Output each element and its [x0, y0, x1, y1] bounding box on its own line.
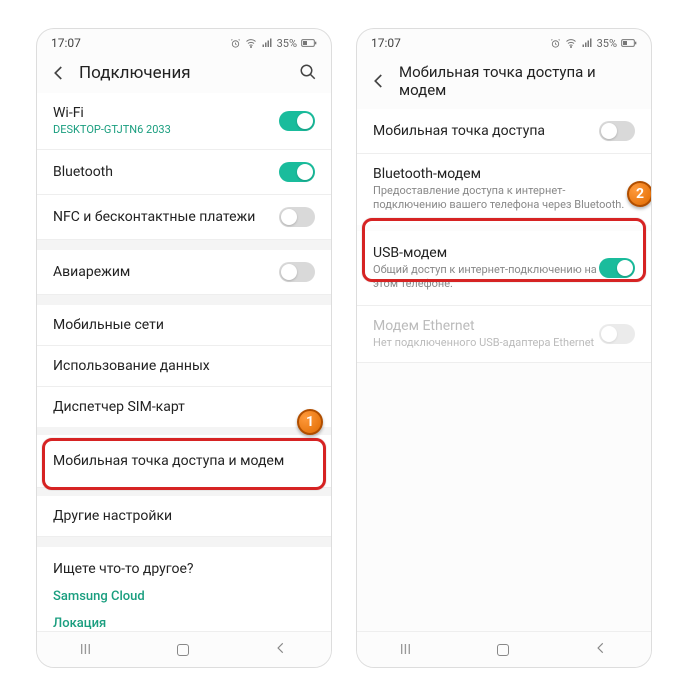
header-title: Подключения — [79, 63, 289, 83]
row-usb-modem[interactable]: USB-модем Общий доступ к интернет-подклю… — [357, 231, 651, 307]
row-data-usage[interactable]: Использование данных — [37, 346, 331, 387]
toggle-ethernet-modem — [599, 324, 635, 344]
row-other-settings[interactable]: Другие настройки — [37, 496, 331, 537]
row-nfc[interactable]: NFC и бесконтактные платежи — [37, 195, 331, 240]
nav-back-icon[interactable] — [274, 641, 288, 659]
row-bluetooth-modem[interactable]: Bluetooth-модем Предоставление доступа к… — [357, 154, 651, 225]
section-gap — [37, 488, 331, 496]
row-ethernet-modem: Модем Ethernet Нет подключенного USB-ада… — [357, 306, 651, 363]
header-title: Мобильная точка доступа и модем — [399, 63, 639, 99]
nav-back-icon[interactable] — [594, 641, 608, 659]
status-icons: 35% — [230, 37, 317, 50]
row-title: Мобильные сети — [53, 317, 315, 333]
nav-bar: III — [357, 631, 651, 667]
status-time: 17:07 — [51, 36, 81, 50]
row-airplane[interactable]: Авиарежим — [37, 250, 331, 295]
status-icons: 35% — [550, 37, 637, 50]
status-bar: 17:07 35% — [357, 29, 651, 57]
row-sub: DESKTOP-GTJTN6 2033 — [53, 123, 279, 137]
phone-right: 17:07 35% Мобильная точка доступа и моде… — [356, 28, 652, 668]
row-title: Bluetooth-модем — [373, 166, 635, 182]
toggle-hotspot[interactable] — [599, 121, 635, 141]
section-gap — [37, 240, 331, 250]
phone-left: 17:07 35% Подключения Wi-Fi DESKTOP-GTJT… — [36, 28, 332, 668]
row-title: Мобильная точка доступа и модем — [53, 453, 315, 469]
row-bluetooth[interactable]: Bluetooth — [37, 150, 331, 195]
settings-scroll[interactable]: Wi-Fi DESKTOP-GTJTN6 2033 Bluetooth NFC … — [37, 93, 331, 631]
row-title: Модем Ethernet — [373, 318, 599, 334]
signal-icon — [581, 37, 593, 49]
wifi-icon — [245, 37, 257, 49]
section-gap — [37, 537, 331, 547]
settings-scroll[interactable]: Мобильная точка доступа Bluetooth-модем … — [357, 109, 651, 631]
search-more-block: Ищете что-то другое? Samsung Cloud Локац… — [37, 547, 331, 631]
search-more-question: Ищете что-то другое? — [53, 561, 315, 577]
toggle-usb-modem[interactable] — [599, 258, 635, 278]
row-mobile-hotspot[interactable]: Мобильная точка доступа — [357, 109, 651, 154]
section-gap — [37, 295, 331, 305]
row-title: Авиарежим — [53, 264, 279, 280]
row-sim-manager[interactable]: Диспетчер SIM-карт — [37, 387, 331, 427]
row-title: Wi-Fi — [53, 105, 279, 121]
battery-text: 35% — [597, 37, 617, 50]
row-title: Использование данных — [53, 358, 315, 374]
row-sub: Общий доступ к интернет-подключению на э… — [373, 263, 599, 292]
nav-home-icon[interactable] — [177, 644, 189, 656]
status-bar: 17:07 35% — [37, 29, 331, 57]
back-icon[interactable] — [49, 63, 69, 83]
link-samsung-cloud[interactable]: Samsung Cloud — [53, 589, 315, 604]
nav-bar: III — [37, 631, 331, 667]
row-title: Мобильная точка доступа — [373, 123, 599, 139]
wifi-icon — [565, 37, 577, 49]
nav-recent-icon[interactable]: III — [400, 642, 411, 658]
screen-header: Подключения — [37, 57, 331, 93]
row-title: NFC и бесконтактные платежи — [53, 209, 279, 225]
nav-home-icon[interactable] — [497, 644, 509, 656]
status-time: 17:07 — [371, 36, 401, 50]
row-mobile-networks[interactable]: Мобильные сети — [37, 305, 331, 346]
toggle-airplane[interactable] — [279, 262, 315, 282]
link-location[interactable]: Локация — [53, 616, 315, 631]
row-title: Другие настройки — [53, 508, 315, 524]
row-title: USB-модем — [373, 245, 599, 261]
nav-recent-icon[interactable]: III — [80, 642, 91, 658]
row-sub: Предоставление доступа к интернет-подклю… — [373, 184, 635, 213]
row-title: Диспетчер SIM-карт — [53, 399, 315, 415]
row-hotspot-tether[interactable]: Мобильная точка доступа и модем — [37, 435, 331, 488]
toggle-nfc[interactable] — [279, 207, 315, 227]
search-icon[interactable] — [299, 63, 319, 83]
row-sub: Нет подключенного USB-адаптера Ethernet — [373, 336, 599, 350]
toggle-bluetooth[interactable] — [279, 162, 315, 182]
badge-1: 1 — [297, 409, 323, 435]
back-icon[interactable] — [369, 71, 389, 91]
row-title: Bluetooth — [53, 164, 279, 180]
signal-icon — [261, 37, 273, 49]
battery-icon — [621, 38, 637, 48]
battery-text: 35% — [277, 37, 297, 50]
row-wifi[interactable]: Wi-Fi DESKTOP-GTJTN6 2033 — [37, 93, 331, 150]
screen-header: Мобильная точка доступа и модем — [357, 57, 651, 109]
alarm-icon — [550, 38, 561, 49]
section-gap — [37, 427, 331, 435]
badge-2: 2 — [627, 181, 652, 207]
battery-icon — [301, 38, 317, 48]
alarm-icon — [230, 38, 241, 49]
toggle-wifi[interactable] — [279, 111, 315, 131]
